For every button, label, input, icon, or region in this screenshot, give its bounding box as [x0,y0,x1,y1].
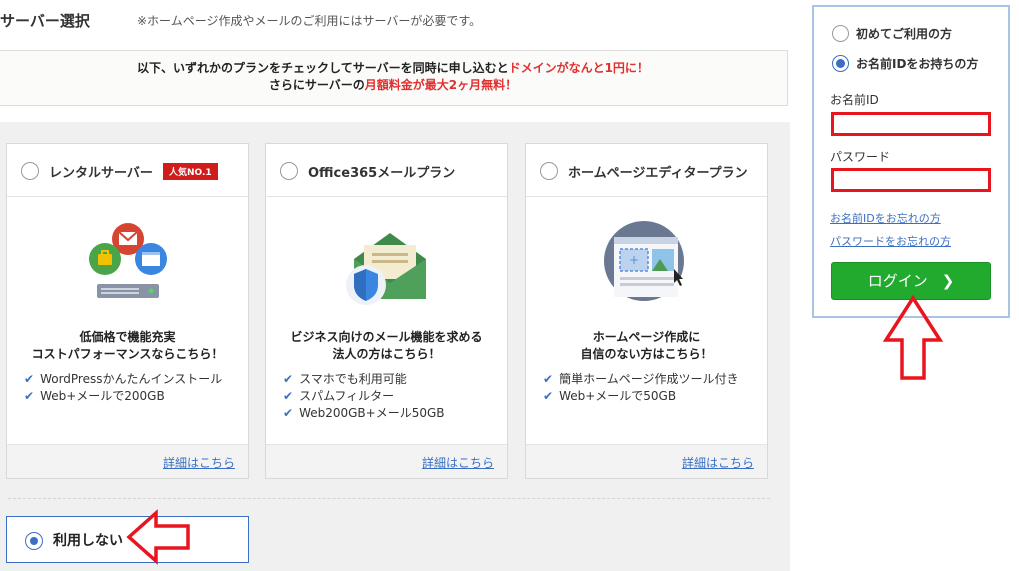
plan-card-header[interactable]: レンタルサーバー 人気NO.1 [7,144,248,197]
feature-item: ✔ WordPressかんたんインストール [24,372,223,386]
plan-lead: ホームページ作成に 自信のない方はこちら！ [580,330,713,361]
check-icon: ✔ [24,389,35,403]
check-icon: ✔ [283,406,294,420]
section-title-text: サーバー選択 [0,12,90,30]
plan-card-footer: 詳細はこちら [526,444,767,478]
chevron-right-icon: ❯ [941,272,955,290]
password-input[interactable] [834,173,988,191]
feature-item: ✔ スパムフィルター [283,389,395,403]
plan-detail-link[interactable]: 詳細はこちら [163,454,235,471]
plan-name: Office365メールプラン [308,166,456,181]
plan-features: ✔ 簡単ホームページ作成ツール付き ✔ Web+メールで50GB [543,371,738,405]
section-title: サーバー選択 [0,10,90,31]
forgot-password-link[interactable]: パスワードをお忘れの方 [830,233,951,249]
promo-banner: 以下、いずれかのプランをチェックしてサーバーを同時に申し込むとドメインがなんと1… [0,50,788,106]
login-panel: 初めてご利用の方 お名前IDをお持ちの方 お名前ID パスワード お名前IDをお… [812,5,1010,318]
login-option-new[interactable]: 初めてご利用の方 [832,25,952,42]
no-use-radio[interactable] [25,532,43,550]
plan-features: ✔ スマホでも利用可能 ✔ スパムフィルター ✔ Web200GB+メール50GB [283,371,445,422]
annotation-arrow-up [882,294,944,380]
plan-detail-link[interactable]: 詳細はこちら [422,454,494,471]
feature-item: ✔ 簡単ホームページ作成ツール付き [543,372,739,386]
check-icon: ✔ [543,372,554,386]
server-icon [88,223,167,298]
radio-existing-user[interactable] [832,55,849,72]
check-icon: ✔ [283,372,294,386]
plan-name: ホームページエディタープラン [568,166,748,181]
web-editor-icon: + [603,221,684,301]
section-note: ※ホームページ作成やメールのご利用にはサーバーが必要です。 [137,14,482,28]
svg-text:+: + [628,253,638,267]
plan-radio-homepage-editor[interactable] [540,162,558,180]
plan-card-homepage-editor[interactable]: ホームページエディタープラン + ホームページ作成に 自信のない方はこちら！ ✔… [525,143,768,479]
plan-radio-office365[interactable] [280,162,298,180]
feature-item: ✔ スマホでも利用可能 [283,372,407,386]
plan-card-footer: 詳細はこちら [7,444,248,478]
feature-item: ✔ Web200GB+メール50GB [283,406,445,420]
login-option-existing[interactable]: お名前IDをお持ちの方 [832,55,978,72]
check-icon: ✔ [24,372,35,386]
promo-line-1: 以下、いずれかのプランをチェックしてサーバーを同時に申し込むとドメインがなんと1… [137,61,649,75]
popular-badge: 人気NO.1 [163,163,218,180]
plan-features: ✔ WordPressかんたんインストール ✔ Web+メールで200GB [24,371,222,405]
plan-card-header[interactable]: Office365メールプラン [266,144,507,197]
promo-line-2: さらにサーバーの月額料金が最大2ヶ月無料！ [268,78,518,92]
check-icon: ✔ [543,389,554,403]
id-label: お名前ID [830,93,879,107]
password-field-frame[interactable] [831,168,991,192]
mail-shield-icon [345,233,426,305]
no-use-label: 利用しない [53,533,123,549]
id-input[interactable] [834,117,988,135]
annotation-arrow-left [126,509,190,565]
plan-card-rental-server[interactable]: レンタルサーバー 人気NO.1 低価格で機能充実 コストパフォーマンスならこちら… [6,143,249,479]
plan-card-header[interactable]: ホームページエディタープラン [526,144,767,197]
forgot-id-link[interactable]: お名前IDをお忘れの方 [830,210,941,226]
plan-lead: ビジネス向けのメール機能を求める 法人の方はこちら！ [290,330,483,361]
plan-radio-rental-server[interactable] [21,162,39,180]
plan-name: レンタルサーバー [49,166,153,181]
divider [8,498,770,499]
plan-detail-link[interactable]: 詳細はこちら [682,454,754,471]
check-icon: ✔ [283,389,294,403]
feature-item: ✔ Web+メールで200GB [24,389,165,403]
plan-lead: 低価格で機能充実 コストパフォーマンスならこちら！ [31,330,224,361]
password-label: パスワード [830,150,891,164]
plan-card-office365[interactable]: Office365メールプラン ビジネス向けのメール機能を求める 法人の方はこち… [265,143,508,479]
feature-item: ✔ Web+メールで50GB [543,389,677,403]
login-button-label: ログイン [867,272,928,290]
id-field-frame[interactable] [831,112,991,136]
plan-card-footer: 詳細はこちら [266,444,507,478]
radio-new-user[interactable] [832,25,849,42]
